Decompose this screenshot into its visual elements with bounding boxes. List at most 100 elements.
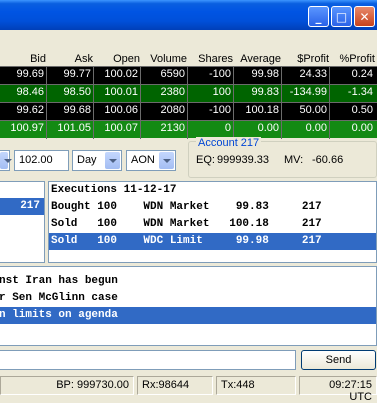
news-panel[interactable]: nst Iran has begun r Sen McGlinn case n …	[0, 266, 377, 346]
header-pct-profit[interactable]: %Profit	[329, 53, 375, 65]
order-type-select[interactable]: AON	[126, 150, 176, 171]
cell-pct: -1.34	[347, 86, 373, 98]
cell-shares: -100	[208, 104, 231, 116]
cell-ask: 101.05	[57, 122, 91, 134]
cell-open: 100.06	[104, 104, 138, 116]
cell-pct: 0.00	[351, 122, 373, 134]
cell-open: 100.01	[104, 86, 138, 98]
cell-pct: 0.50	[351, 104, 373, 116]
eq-label: EQ:	[196, 154, 215, 166]
grid-divider	[281, 85, 282, 103]
grid-divider	[140, 121, 141, 139]
cell-volume: 2130	[160, 122, 185, 134]
cell-shares: 100	[212, 86, 231, 98]
execution-row[interactable]: Bought 100 WDN Market 99.83 217	[49, 199, 376, 216]
grid-divider	[281, 103, 282, 121]
cell-ask: 99.68	[63, 104, 91, 116]
execution-row[interactable]: Sold 100 WDC Limit 99.98 217	[49, 233, 376, 250]
grid-divider	[233, 85, 234, 103]
mv-label: MV:	[284, 154, 304, 166]
cell-average: 99.98	[251, 68, 279, 80]
cell-profit: 0.00	[305, 122, 327, 134]
minimize-button[interactable]: _	[308, 6, 329, 27]
news-line[interactable]: nst Iran has begun	[0, 273, 376, 290]
grid-row[interactable]: 100.97 101.05 100.07 2130 0 0.00 0.00 0.00	[0, 120, 377, 139]
status-rx: Rx:98644	[137, 376, 213, 395]
grid-divider	[187, 67, 188, 85]
grid-divider	[93, 121, 94, 139]
chat-input[interactable]	[0, 350, 296, 370]
tif-select[interactable]: Day	[72, 150, 122, 171]
grid-divider	[187, 103, 188, 121]
grid-divider	[329, 67, 330, 85]
grid-divider	[329, 121, 330, 139]
status-bar: BP: 999730.00 Rx:98644 Tx:448 09:27:15 U…	[0, 373, 377, 403]
grid-header: Bid Ask Open Volume Shares Average $Prof…	[0, 50, 377, 66]
cell-bid: 98.46	[16, 86, 44, 98]
grid-divider	[329, 103, 330, 121]
execution-row[interactable]: Sold 100 WDN Market 100.18 217	[49, 216, 376, 233]
cell-profit: 50.00	[299, 104, 327, 116]
cell-ask: 98.50	[63, 86, 91, 98]
grid-divider	[187, 121, 188, 139]
cell-shares: -100	[208, 68, 231, 80]
header-open[interactable]: Open	[93, 53, 140, 65]
grid-divider	[187, 85, 188, 103]
eq-value: 999939.33	[217, 154, 269, 166]
symbol-field[interactable]	[0, 150, 12, 171]
status-bp: BP: 999730.00	[0, 376, 134, 395]
cell-bid: 100.97	[10, 122, 44, 134]
header-shares[interactable]: Shares	[187, 53, 233, 65]
executions-panel[interactable]: Executions 11-12-17 Bought 100 WDN Marke…	[48, 181, 377, 263]
cell-volume: 6590	[160, 68, 185, 80]
grid-divider	[46, 121, 47, 139]
cell-profit: 24.33	[299, 68, 327, 80]
grid-row[interactable]: 99.69 99.77 100.02 6590 -100 99.98 24.33 0.24	[0, 66, 377, 85]
grid-divider	[140, 103, 141, 121]
maximize-button[interactable]: □	[331, 6, 352, 27]
send-button[interactable]: Send	[301, 350, 376, 370]
header-bid[interactable]: Bid	[0, 53, 46, 65]
account-list[interactable]: 217	[0, 181, 45, 263]
cell-profit: -134.99	[289, 86, 327, 98]
header-ask[interactable]: Ask	[46, 53, 93, 65]
grid-divider	[93, 67, 94, 85]
account-list-item[interactable]: 217	[0, 198, 44, 215]
grid-divider	[329, 85, 330, 103]
grid-divider	[281, 67, 282, 85]
status-time: 09:27:15 UTC	[299, 376, 377, 403]
news-line[interactable]: n limits on agenda	[0, 307, 376, 324]
executions-title: Executions 11-12-17	[51, 184, 177, 196]
cell-average: 99.83	[251, 86, 279, 98]
grid-divider	[281, 121, 282, 139]
account-title: Account 217	[196, 137, 262, 149]
title-bar: _ □ ✕	[0, 0, 377, 30]
grid-divider	[93, 85, 94, 103]
cell-pct: 0.24	[351, 68, 373, 80]
grid-divider	[46, 103, 47, 121]
grid-row[interactable]: 98.46 98.50 100.01 2380 100 99.83 -134.99 -1.34	[0, 84, 377, 103]
grid-divider	[46, 85, 47, 103]
close-button[interactable]: ✕	[354, 6, 375, 27]
mv-value: -60.66	[312, 154, 344, 166]
status-tx: Tx:448	[216, 376, 296, 395]
cell-average: 0.00	[257, 122, 279, 134]
grid-divider	[93, 103, 94, 121]
news-line[interactable]: r Sen McGlinn case	[0, 290, 376, 307]
grid-row[interactable]: 99.62 99.68 100.06 2080 -100 100.18 50.00 0.50	[0, 102, 377, 121]
grid-divider	[140, 85, 141, 103]
grid-divider	[233, 67, 234, 85]
cell-shares: 0	[224, 122, 231, 134]
cell-bid: 99.69	[16, 68, 44, 80]
price-input[interactable]: 102.00	[14, 150, 69, 171]
header-average[interactable]: Average	[233, 53, 281, 65]
header-profit[interactable]: $Profit	[281, 53, 329, 65]
grid-divider	[46, 67, 47, 85]
cell-bid: 99.62	[16, 104, 44, 116]
cell-volume: 2080	[160, 104, 185, 116]
cell-ask: 99.77	[63, 68, 91, 80]
grid-divider	[140, 67, 141, 85]
header-volume[interactable]: Volume	[140, 53, 187, 65]
cell-average: 100.18	[245, 104, 279, 116]
cell-open: 100.07	[104, 122, 138, 134]
